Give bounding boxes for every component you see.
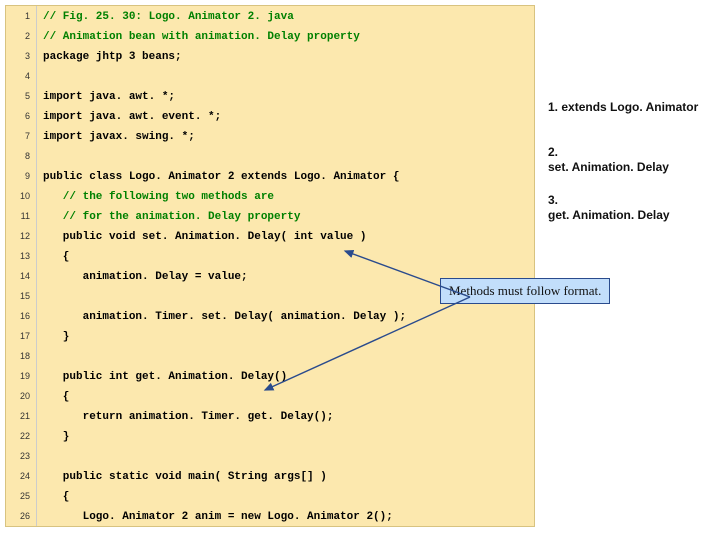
code-line: 9public class Logo. Animator 2 extends L… xyxy=(6,166,534,186)
code-line: 13 { xyxy=(6,246,534,266)
line-number: 21 xyxy=(6,406,37,426)
callout-text: Methods must follow format. xyxy=(449,283,601,298)
line-number: 25 xyxy=(6,486,37,506)
code-line: 17 } xyxy=(6,326,534,346)
line-number: 15 xyxy=(6,286,37,306)
code-line: 25 { xyxy=(6,486,534,506)
line-number: 19 xyxy=(6,366,37,386)
line-number: 1 xyxy=(6,6,37,26)
code-line: 4 xyxy=(6,66,534,86)
note-number: 2. xyxy=(548,145,558,159)
note-extends: 1. extends Logo. Animator xyxy=(548,100,713,115)
note-number: 3. xyxy=(548,193,558,207)
code-text: import javax. swing. *; xyxy=(37,127,195,147)
code-line: 22 } xyxy=(6,426,534,446)
line-number: 18 xyxy=(6,346,37,366)
code-text: public void set. Animation. Delay( int v… xyxy=(37,227,366,247)
line-number: 11 xyxy=(6,206,37,226)
code-line: 21 return animation. Timer. get. Delay()… xyxy=(6,406,534,426)
callout-methods-format: Methods must follow format. xyxy=(440,278,610,304)
code-line: 12 public void set. Animation. Delay( in… xyxy=(6,226,534,246)
line-number: 13 xyxy=(6,246,37,266)
code-line: 7import javax. swing. *; xyxy=(6,126,534,146)
code-text: return animation. Timer. get. Delay(); xyxy=(37,407,333,427)
line-number: 6 xyxy=(6,106,37,126)
code-line: 5import java. awt. *; xyxy=(6,86,534,106)
code-text: package jhtp 3 beans; xyxy=(37,47,182,67)
line-number: 2 xyxy=(6,26,37,46)
note-number: 1. xyxy=(548,100,558,114)
code-text: // for the animation. Delay property xyxy=(37,207,300,227)
line-number: 16 xyxy=(6,306,37,326)
line-number: 26 xyxy=(6,506,37,526)
code-block: 1// Fig. 25. 30: Logo. Animator 2. java2… xyxy=(5,5,535,527)
code-text: import java. awt. event. *; xyxy=(37,107,221,127)
code-text: // Animation bean with animation. Delay … xyxy=(37,27,360,47)
code-text: { xyxy=(37,247,69,267)
code-text: // Fig. 25. 30: Logo. Animator 2. java xyxy=(37,7,294,27)
code-line: 26 Logo. Animator 2 anim = new Logo. Ani… xyxy=(6,506,534,526)
code-text: Logo. Animator 2 anim = new Logo. Animat… xyxy=(37,507,393,527)
note-keyword: extends Logo. Animator xyxy=(561,100,698,114)
code-text: animation. Delay = value; xyxy=(37,267,248,287)
code-line: 1// Fig. 25. 30: Logo. Animator 2. java xyxy=(6,6,534,26)
code-text: // the following two methods are xyxy=(37,187,274,207)
code-line: 20 { xyxy=(6,386,534,406)
code-line: 18 xyxy=(6,346,534,366)
line-number: 22 xyxy=(6,426,37,446)
code-line: 6import java. awt. event. *; xyxy=(6,106,534,126)
line-number: 14 xyxy=(6,266,37,286)
line-number: 12 xyxy=(6,226,37,246)
code-line: 8 xyxy=(6,146,534,166)
code-line: 10 // the following two methods are xyxy=(6,186,534,206)
code-line: 24 public static void main( String args[… xyxy=(6,466,534,486)
note-keyword: get. Animation. Delay xyxy=(548,208,670,222)
code-text: public static void main( String args[] ) xyxy=(37,467,327,487)
line-number: 3 xyxy=(6,46,37,66)
code-text: { xyxy=(37,387,69,407)
code-line: 11 // for the animation. Delay property xyxy=(6,206,534,226)
code-line: 19 public int get. Animation. Delay() xyxy=(6,366,534,386)
code-text: } xyxy=(37,327,69,347)
note-get-delay: 3. get. Animation. Delay xyxy=(548,193,713,223)
line-number: 20 xyxy=(6,386,37,406)
line-number: 7 xyxy=(6,126,37,146)
line-number: 4 xyxy=(6,66,37,86)
line-number: 5 xyxy=(6,86,37,106)
code-line: 23 xyxy=(6,446,534,466)
note-keyword: set. Animation. Delay xyxy=(548,160,669,174)
code-line: 3package jhtp 3 beans; xyxy=(6,46,534,66)
code-text: animation. Timer. set. Delay( animation.… xyxy=(37,307,406,327)
line-number: 17 xyxy=(6,326,37,346)
line-number: 8 xyxy=(6,146,37,166)
code-text: { xyxy=(37,487,69,507)
side-notes: 1. extends Logo. Animator 2. set. Animat… xyxy=(548,100,713,239)
line-number: 10 xyxy=(6,186,37,206)
code-text: public class Logo. Animator 2 extends Lo… xyxy=(37,167,399,187)
code-text: } xyxy=(37,427,69,447)
code-line: 16 animation. Timer. set. Delay( animati… xyxy=(6,306,534,326)
note-set-delay: 2. set. Animation. Delay xyxy=(548,145,713,175)
line-number: 9 xyxy=(6,166,37,186)
line-number: 24 xyxy=(6,466,37,486)
code-line: 2// Animation bean with animation. Delay… xyxy=(6,26,534,46)
code-text: public int get. Animation. Delay() xyxy=(37,367,287,387)
code-text: import java. awt. *; xyxy=(37,87,175,107)
line-number: 23 xyxy=(6,446,37,466)
